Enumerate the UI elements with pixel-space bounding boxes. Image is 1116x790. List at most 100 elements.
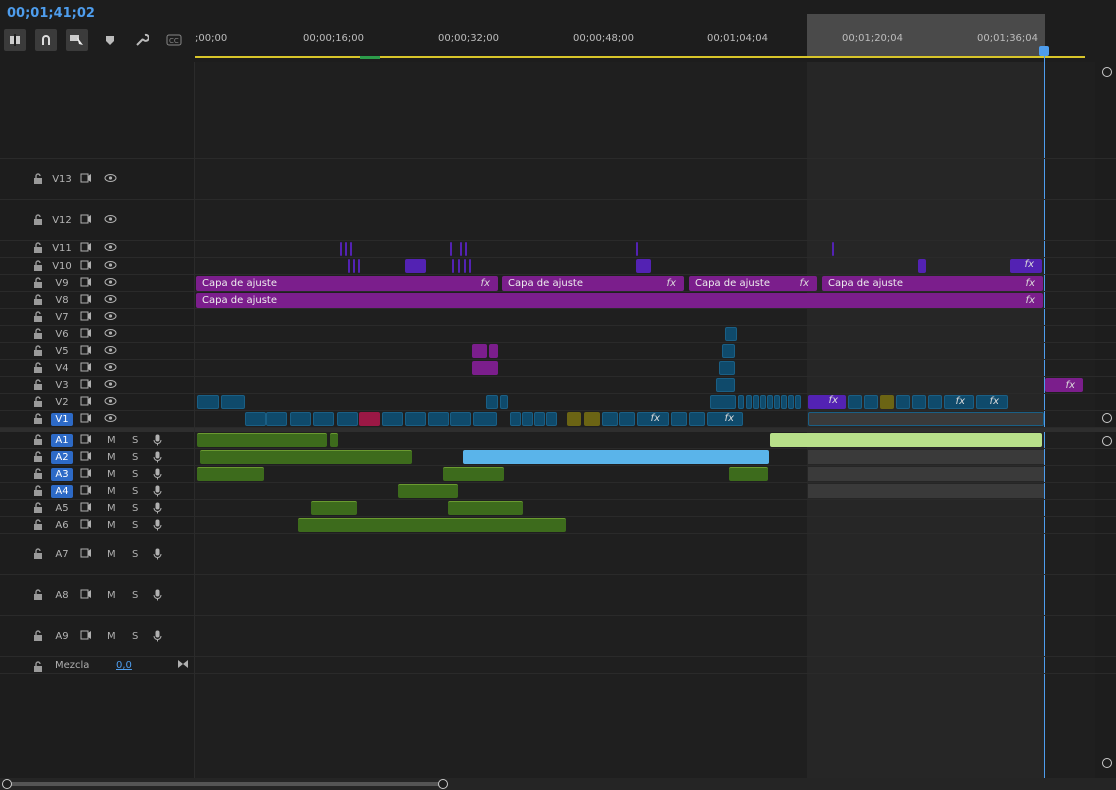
sync-lock-icon[interactable] [80, 173, 92, 187]
video-clip[interactable] [382, 412, 403, 426]
lock-icon[interactable] [33, 173, 43, 184]
video-clip[interactable] [602, 412, 618, 426]
video-clip[interactable] [760, 395, 766, 409]
clip-sliver[interactable] [458, 259, 460, 273]
wrench-icon[interactable] [131, 29, 153, 51]
video-track-label[interactable]: V9 [51, 277, 73, 290]
horizontal-scrollbar-thumb[interactable] [8, 782, 444, 786]
adjustment-layer-clip[interactable]: fx [1045, 378, 1083, 392]
video-clip[interactable] [722, 344, 735, 358]
solo-button[interactable]: S [132, 451, 138, 464]
lock-icon[interactable] [33, 468, 43, 479]
insert-overwrite-icon[interactable] [4, 29, 26, 51]
adjustment-layer-clip[interactable]: Capa de ajuste fx [689, 276, 817, 291]
eye-icon[interactable] [104, 260, 117, 274]
video-clip[interactable] [864, 395, 878, 409]
mute-button[interactable]: M [107, 434, 116, 447]
video-track-label[interactable]: V5 [51, 345, 73, 358]
time-ruler[interactable]: ;00;00 00;00;16;00 00;00;32;00 00;00;48;… [195, 14, 1095, 62]
sync-lock-icon[interactable] [80, 242, 92, 256]
video-clip[interactable] [245, 412, 266, 426]
lock-icon[interactable] [33, 589, 43, 600]
video-clip[interactable] [671, 412, 687, 426]
solo-button[interactable]: S [132, 485, 138, 498]
linked-selection-icon[interactable] [66, 29, 88, 51]
video-track-label[interactable]: V1 [51, 412, 73, 426]
go-to-end-icon[interactable] [177, 659, 189, 673]
video-clip[interactable] [510, 412, 521, 426]
video-clip[interactable] [450, 412, 471, 426]
work-area-bar[interactable] [195, 56, 1085, 58]
video-zoom-knob-bottom[interactable] [1102, 413, 1112, 423]
microphone-icon[interactable] [153, 630, 162, 646]
clip-sliver[interactable] [464, 259, 466, 273]
eye-icon[interactable] [104, 413, 117, 427]
clip-sliver[interactable] [832, 242, 834, 256]
video-clip[interactable] [918, 259, 926, 273]
audio-clip[interactable] [398, 484, 458, 498]
video-clip[interactable] [486, 395, 498, 409]
video-clip[interactable] [746, 395, 752, 409]
sync-lock-icon[interactable] [80, 630, 92, 644]
lock-icon[interactable] [33, 630, 43, 641]
video-clip[interactable]: fx [1010, 259, 1042, 273]
lock-icon[interactable] [33, 345, 43, 356]
solo-button[interactable]: S [132, 548, 138, 561]
audio-clip[interactable] [311, 501, 357, 515]
audio-track-label[interactable]: A4 [51, 484, 73, 498]
audio-zoom-knob-top[interactable] [1102, 436, 1112, 446]
eye-icon[interactable] [104, 242, 117, 256]
timeline-tracks[interactable]: Capa de ajuste fx Capa de ajuste fx Capa de … [195, 62, 1095, 778]
video-clip[interactable] [738, 395, 744, 409]
mute-button[interactable]: M [107, 502, 116, 515]
video-audio-divider[interactable] [0, 428, 1116, 432]
audio-clip[interactable] [298, 518, 566, 532]
eye-icon[interactable] [104, 311, 117, 325]
lock-icon[interactable] [33, 451, 43, 462]
eye-icon[interactable] [104, 379, 117, 393]
clip-sliver[interactable] [340, 242, 342, 256]
clip-sliver[interactable] [469, 259, 471, 273]
clip-sliver[interactable] [636, 242, 638, 256]
lock-icon[interactable] [33, 362, 43, 373]
video-track-label[interactable]: V11 [51, 242, 73, 255]
video-track-label[interactable]: V8 [51, 294, 73, 307]
sync-lock-icon[interactable] [80, 519, 92, 533]
video-clip[interactable] [636, 259, 651, 273]
eye-icon[interactable] [104, 345, 117, 359]
clip-sliver[interactable] [350, 242, 352, 256]
video-clip[interactable] [534, 412, 545, 426]
audio-clip[interactable] [448, 501, 523, 515]
video-clip[interactable] [896, 395, 910, 409]
sync-lock-icon[interactable] [80, 548, 92, 562]
video-clip[interactable]: fx [976, 395, 1008, 409]
video-clip[interactable] [290, 412, 311, 426]
eye-icon[interactable] [104, 214, 117, 228]
sync-lock-icon[interactable] [80, 502, 92, 516]
scroll-knob-left[interactable] [2, 779, 12, 789]
adjustment-layer-clip[interactable]: Capa de ajuste fx [502, 276, 684, 291]
clip-sliver[interactable] [465, 242, 467, 256]
lock-icon[interactable] [33, 328, 43, 339]
video-clip-disabled[interactable] [808, 412, 1044, 426]
audio-track-label[interactable]: A1 [51, 433, 73, 447]
sync-lock-icon[interactable] [80, 294, 92, 308]
eye-icon[interactable] [104, 362, 117, 376]
lock-icon[interactable] [33, 311, 43, 322]
video-clip[interactable]: fx [944, 395, 974, 409]
video-track-label[interactable]: V3 [51, 379, 73, 392]
solo-button[interactable]: S [132, 434, 138, 447]
video-track-label[interactable]: V4 [51, 362, 73, 375]
video-clip[interactable] [880, 395, 894, 409]
mix-volume-value[interactable]: 0,0 [116, 659, 132, 672]
lock-icon[interactable] [33, 413, 43, 424]
video-clip[interactable] [719, 361, 735, 375]
solo-button[interactable]: S [132, 468, 138, 481]
audio-track-label[interactable]: A8 [51, 589, 73, 602]
marker-icon[interactable] [99, 29, 121, 51]
solo-button[interactable]: S [132, 630, 138, 643]
sync-lock-icon[interactable] [80, 277, 92, 291]
solo-button[interactable]: S [132, 502, 138, 515]
video-clip[interactable] [546, 412, 557, 426]
mute-button[interactable]: M [107, 548, 116, 561]
